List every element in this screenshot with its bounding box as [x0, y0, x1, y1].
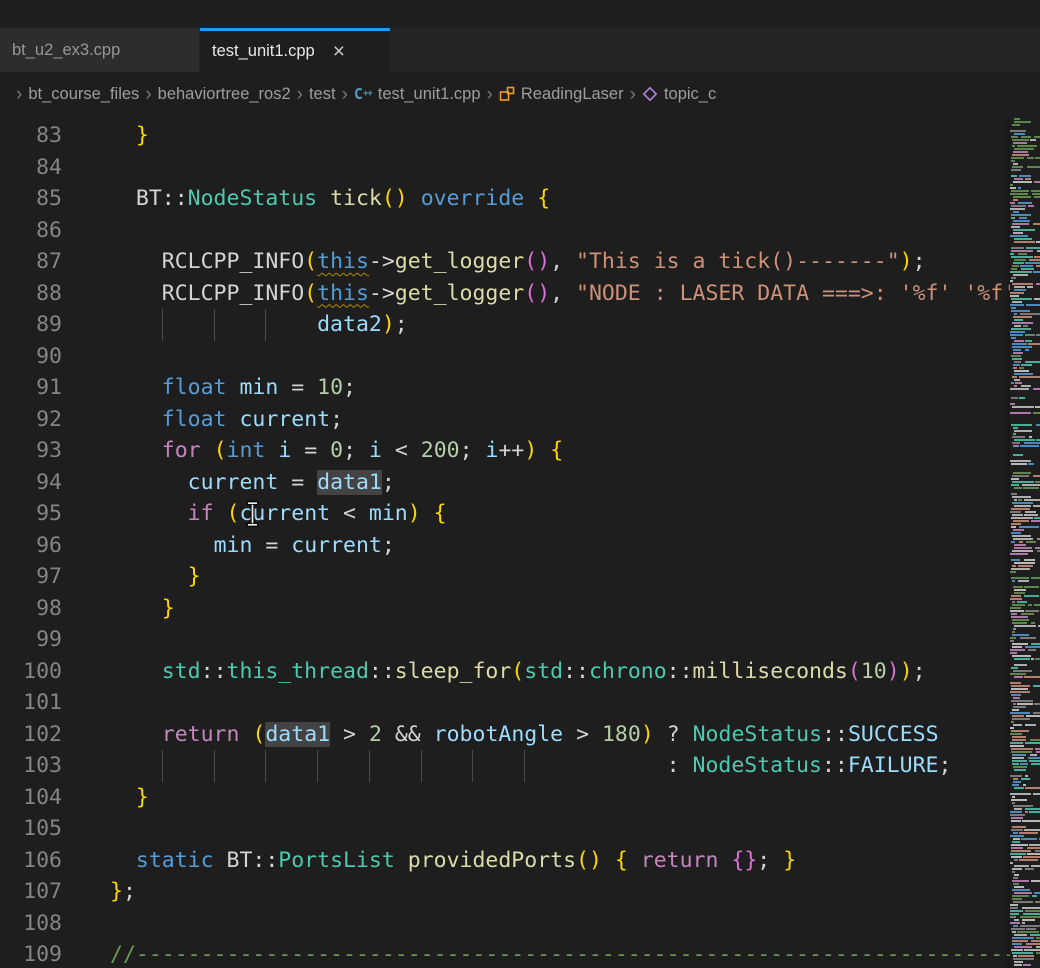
chevron-right-icon: › — [297, 85, 303, 104]
line-number: 84 — [0, 152, 62, 184]
vscode-window: bt_u2_ex3.cpp test_unit1.cpp × › bt_cour… — [0, 0, 1040, 968]
code-lines: 83 }8485 BT::NodeStatus tick() override … — [0, 116, 1040, 968]
breadcrumb-item-readinglaser[interactable]: ReadingLaser — [499, 85, 624, 104]
code-editor[interactable]: 83 }8485 BT::NodeStatus tick() override … — [0, 116, 1040, 968]
code-line[interactable]: 106 static BT::PortsList providedPorts()… — [0, 845, 1040, 877]
chevron-right-icon: › — [630, 85, 636, 104]
code-line[interactable]: 107}; — [0, 876, 1040, 908]
class-symbol-icon — [499, 86, 515, 102]
cpp-file-icon: C++ — [354, 85, 372, 103]
breadcrumb: › bt_course_files › behaviortree_ros2 › … — [0, 72, 1040, 116]
line-number: 91 — [0, 372, 62, 404]
line-number: 89 — [0, 309, 62, 341]
code-line[interactable]: 93 for (int i = 0; i < 200; i++) { — [0, 435, 1040, 467]
method-symbol-icon — [642, 86, 658, 102]
line-number: 88 — [0, 278, 62, 310]
breadcrumb-item-behaviortree-ros2[interactable]: behaviortree_ros2 — [158, 85, 291, 104]
line-number: 100 — [0, 656, 62, 688]
code-line[interactable]: 103 : NodeStatus::FAILURE; — [0, 750, 1040, 782]
line-number: 90 — [0, 341, 62, 373]
tab-test-unit1-cpp[interactable]: test_unit1.cpp × — [200, 28, 390, 72]
code-line[interactable]: 88 RCLCPP_INFO(this->get_logger(), "NODE… — [0, 278, 1040, 310]
code-line[interactable]: 85 BT::NodeStatus tick() override { — [0, 183, 1040, 215]
close-icon[interactable]: × — [333, 41, 345, 62]
line-number: 98 — [0, 593, 62, 625]
line-number: 94 — [0, 467, 62, 499]
breadcrumb-label: test_unit1.cpp — [378, 85, 481, 104]
code-line[interactable]: 109//-----------------------------------… — [0, 939, 1040, 968]
chevron-right-icon: › — [145, 85, 151, 104]
code-line[interactable]: 86 — [0, 215, 1040, 247]
line-number: 106 — [0, 845, 62, 877]
code-line[interactable]: 99 — [0, 624, 1040, 656]
code-line[interactable]: 96 min = current; — [0, 530, 1040, 562]
code-line[interactable]: 98 } — [0, 593, 1040, 625]
line-number: 93 — [0, 435, 62, 467]
line-number: 96 — [0, 530, 62, 562]
line-number: 99 — [0, 624, 62, 656]
line-number: 105 — [0, 813, 62, 845]
code-line[interactable]: 87 RCLCPP_INFO(this->get_logger(), "This… — [0, 246, 1040, 278]
breadcrumb-item-bt-course-files[interactable]: bt_course_files — [28, 85, 139, 104]
line-number: 104 — [0, 782, 62, 814]
line-number: 87 — [0, 246, 62, 278]
breadcrumb-label: ReadingLaser — [521, 85, 624, 104]
tabs-row: bt_u2_ex3.cpp test_unit1.cpp × — [0, 28, 1040, 72]
line-number: 108 — [0, 908, 62, 940]
chevron-right-icon: › — [342, 85, 348, 104]
tab-bar: bt_u2_ex3.cpp test_unit1.cpp × — [0, 0, 1040, 72]
line-number: 86 — [0, 215, 62, 247]
minimap[interactable] — [1010, 116, 1040, 968]
breadcrumb-label: bt_course_files — [28, 85, 139, 104]
code-line[interactable]: 92 float current; — [0, 404, 1040, 436]
line-number: 95 — [0, 498, 62, 530]
line-number: 97 — [0, 561, 62, 593]
code-line[interactable]: 90 — [0, 341, 1040, 373]
line-number: 85 — [0, 183, 62, 215]
code-line[interactable]: 102 return (data1 > 2 && robotAngle > 18… — [0, 719, 1040, 751]
text-cursor-icon — [245, 501, 260, 537]
breadcrumb-label: test — [309, 85, 336, 104]
line-number: 107 — [0, 876, 62, 908]
code-line[interactable]: 105 — [0, 813, 1040, 845]
line-number: 92 — [0, 404, 62, 436]
code-line[interactable]: 95 if (current < min) { — [0, 498, 1040, 530]
code-line[interactable]: 89 data2); — [0, 309, 1040, 341]
chevron-right-icon: › — [487, 85, 493, 104]
tab-label: test_unit1.cpp — [212, 42, 315, 61]
line-number: 102 — [0, 719, 62, 751]
code-line[interactable]: 101 — [0, 687, 1040, 719]
breadcrumb-item-test[interactable]: test — [309, 85, 336, 104]
breadcrumb-item-test-unit1-cpp[interactable]: C++ test_unit1.cpp — [354, 85, 481, 104]
breadcrumb-label: behaviortree_ros2 — [158, 85, 291, 104]
code-line[interactable]: 83 } — [0, 120, 1040, 152]
line-number: 101 — [0, 687, 62, 719]
code-line[interactable]: 91 float min = 10; — [0, 372, 1040, 404]
breadcrumb-item-topic-callback[interactable]: topic_c — [642, 85, 716, 104]
line-number: 83 — [0, 120, 62, 152]
code-line[interactable]: 104 } — [0, 782, 1040, 814]
line-number: 109 — [0, 939, 62, 968]
minimap-content — [1010, 118, 1040, 968]
code-line[interactable]: 108 — [0, 908, 1040, 940]
chevron-right-icon: › — [16, 85, 22, 104]
line-number: 103 — [0, 750, 62, 782]
tab-label: bt_u2_ex3.cpp — [12, 41, 120, 60]
code-line[interactable]: 94 current = data1; — [0, 467, 1040, 499]
code-line[interactable]: 84 — [0, 152, 1040, 184]
code-line[interactable]: 97 } — [0, 561, 1040, 593]
tab-bt-u2-ex3-cpp[interactable]: bt_u2_ex3.cpp — [0, 28, 200, 72]
breadcrumb-label: topic_c — [664, 85, 716, 104]
code-line[interactable]: 100 std::this_thread::sleep_for(std::chr… — [0, 656, 1040, 688]
